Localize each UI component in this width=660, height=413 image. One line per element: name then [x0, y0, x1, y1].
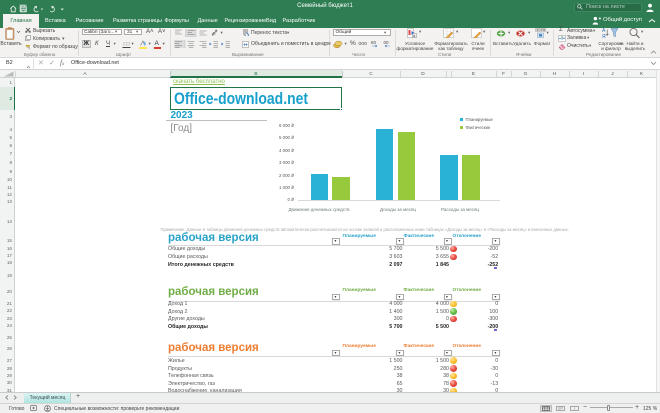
svg-text:я: я [413, 33, 415, 37]
svg-text:00: 00 [383, 40, 389, 45]
svg-text:Я: Я [602, 34, 606, 39]
svg-text:€0: €0 [371, 40, 377, 45]
svg-text:ФОРМ: ФОРМ [536, 28, 546, 32]
